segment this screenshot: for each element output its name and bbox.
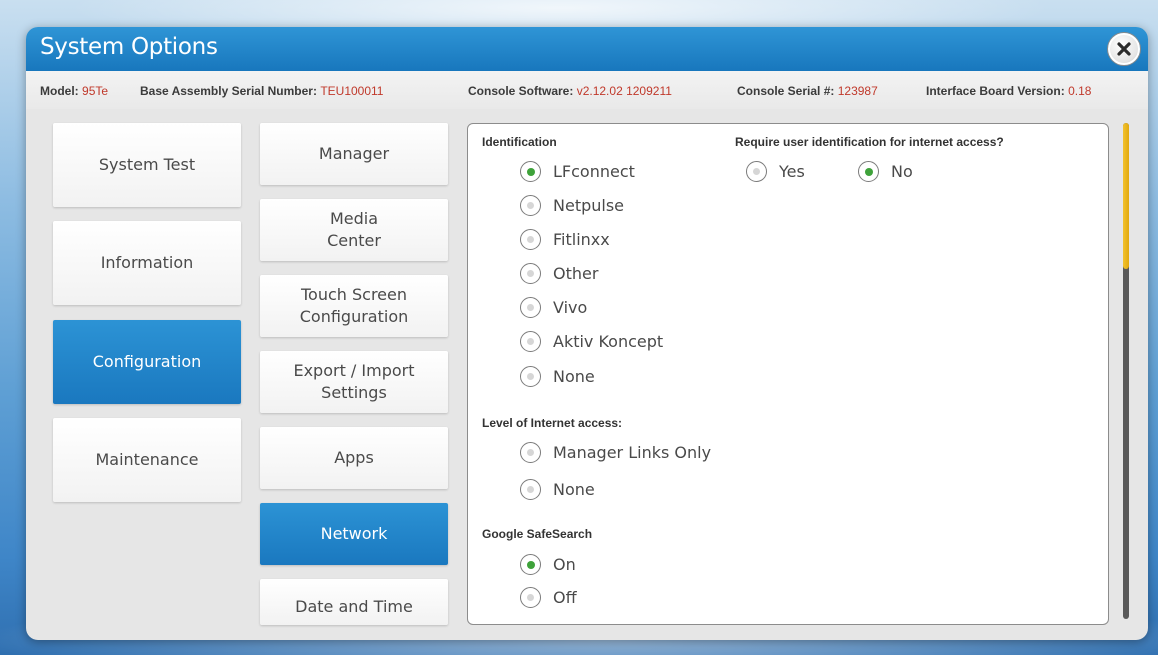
radio-require-yes[interactable]: Yes (746, 161, 805, 182)
radio-indicator (520, 195, 541, 216)
radio-label: Netpulse (553, 196, 625, 215)
subnav-date-and-time[interactable]: Date and Time (260, 579, 448, 625)
radio-safesearch-on[interactable]: On (520, 554, 576, 575)
subnav-manager[interactable]: Manager (260, 123, 448, 185)
radio-indicator (746, 161, 767, 182)
radio-aktiv-koncept[interactable]: Aktiv Koncept (520, 331, 663, 352)
model-value: 95Te (82, 84, 109, 98)
radio-label: Manager Links Only (553, 443, 712, 462)
base-serial-value: TEU100011 (320, 84, 384, 98)
subnav-network[interactable]: Network (260, 503, 448, 565)
model-info: Model: 95Te (40, 84, 108, 98)
console-software-label: Console Software: (468, 84, 574, 98)
subnav-media-center[interactable]: Media Center (260, 199, 448, 261)
safesearch-heading: Google SafeSearch (482, 527, 593, 541)
radio-manager-links-only[interactable]: Manager Links Only (520, 442, 711, 463)
network-settings-panel: Identification LFconnect Netpulse Fitlin… (467, 123, 1109, 625)
radio-indicator (520, 366, 541, 387)
radio-require-no[interactable]: No (858, 161, 913, 182)
console-serial-value: 123987 (837, 84, 878, 98)
interface-board-value: 0.18 (1068, 84, 1092, 98)
radio-other[interactable]: Other (520, 263, 598, 284)
radio-label: No (891, 162, 913, 181)
radio-label: None (553, 480, 595, 499)
radio-fitlinxx[interactable]: Fitlinxx (520, 229, 610, 250)
base-serial-info: Base Assembly Serial Number: TEU100011 (140, 84, 383, 98)
nav-configuration[interactable]: Configuration (53, 320, 241, 404)
subnav-touch-screen-configuration[interactable]: Touch Screen Configuration (260, 275, 448, 337)
console-software-info: Console Software: v2.12.02 1209211 (468, 84, 672, 98)
radio-label: Aktiv Koncept (553, 332, 664, 351)
subnav-export-import-settings[interactable]: Export / Import Settings (260, 351, 448, 413)
identification-heading: Identification (482, 135, 557, 149)
close-button[interactable] (1108, 33, 1140, 65)
radio-internet-none[interactable]: None (520, 479, 595, 500)
require-id-heading: Require user identification for internet… (735, 135, 1004, 149)
console-serial-info: Console Serial #: 123987 (737, 84, 878, 98)
interface-board-info: Interface Board Version: 0.18 (926, 84, 1091, 98)
close-icon (1117, 42, 1131, 56)
radio-label: Other (553, 264, 599, 283)
radio-indicator (520, 297, 541, 318)
subnav-apps[interactable]: Apps (260, 427, 448, 489)
interface-board-label: Interface Board Version: (926, 84, 1065, 98)
internet-level-heading: Level of Internet access: (482, 416, 623, 430)
window-title: System Options (40, 34, 218, 60)
radio-indicator (520, 229, 541, 250)
radio-label: Fitlinxx (553, 230, 610, 249)
system-options-dialog: System Options Model: 95Te Base Assembly… (26, 27, 1148, 640)
radio-label: Off (553, 588, 577, 607)
radio-indicator (520, 331, 541, 352)
radio-netpulse[interactable]: Netpulse (520, 195, 624, 216)
radio-vivo[interactable]: Vivo (520, 297, 587, 318)
device-info-bar: Model: 95Te Base Assembly Serial Number:… (26, 71, 1148, 109)
radio-label: On (553, 555, 576, 574)
radio-label: Yes (779, 162, 805, 181)
base-serial-label: Base Assembly Serial Number: (140, 84, 317, 98)
title-bar: System Options (26, 27, 1148, 71)
radio-indicator (520, 442, 541, 463)
console-software-value: v2.12.02 1209211 (576, 84, 672, 98)
nav-maintenance[interactable]: Maintenance (53, 418, 241, 502)
console-serial-label: Console Serial #: (737, 84, 835, 98)
radio-indicator (520, 587, 541, 608)
radio-indicator-selected (520, 554, 541, 575)
radio-indicator-selected (858, 161, 879, 182)
scrollbar-thumb[interactable] (1123, 123, 1129, 269)
radio-identification-none[interactable]: None (520, 366, 595, 387)
nav-information[interactable]: Information (53, 221, 241, 305)
model-label: Model: (40, 84, 79, 98)
radio-indicator-selected (520, 161, 541, 182)
radio-indicator (520, 263, 541, 284)
radio-label: LFconnect (553, 162, 635, 181)
radio-label: Vivo (553, 298, 588, 317)
radio-lfconnect[interactable]: LFconnect (520, 161, 635, 182)
radio-label: None (553, 367, 595, 386)
nav-system-test[interactable]: System Test (53, 123, 241, 207)
panel-scrollbar[interactable] (1123, 123, 1129, 619)
radio-safesearch-off[interactable]: Off (520, 587, 577, 608)
radio-indicator (520, 479, 541, 500)
